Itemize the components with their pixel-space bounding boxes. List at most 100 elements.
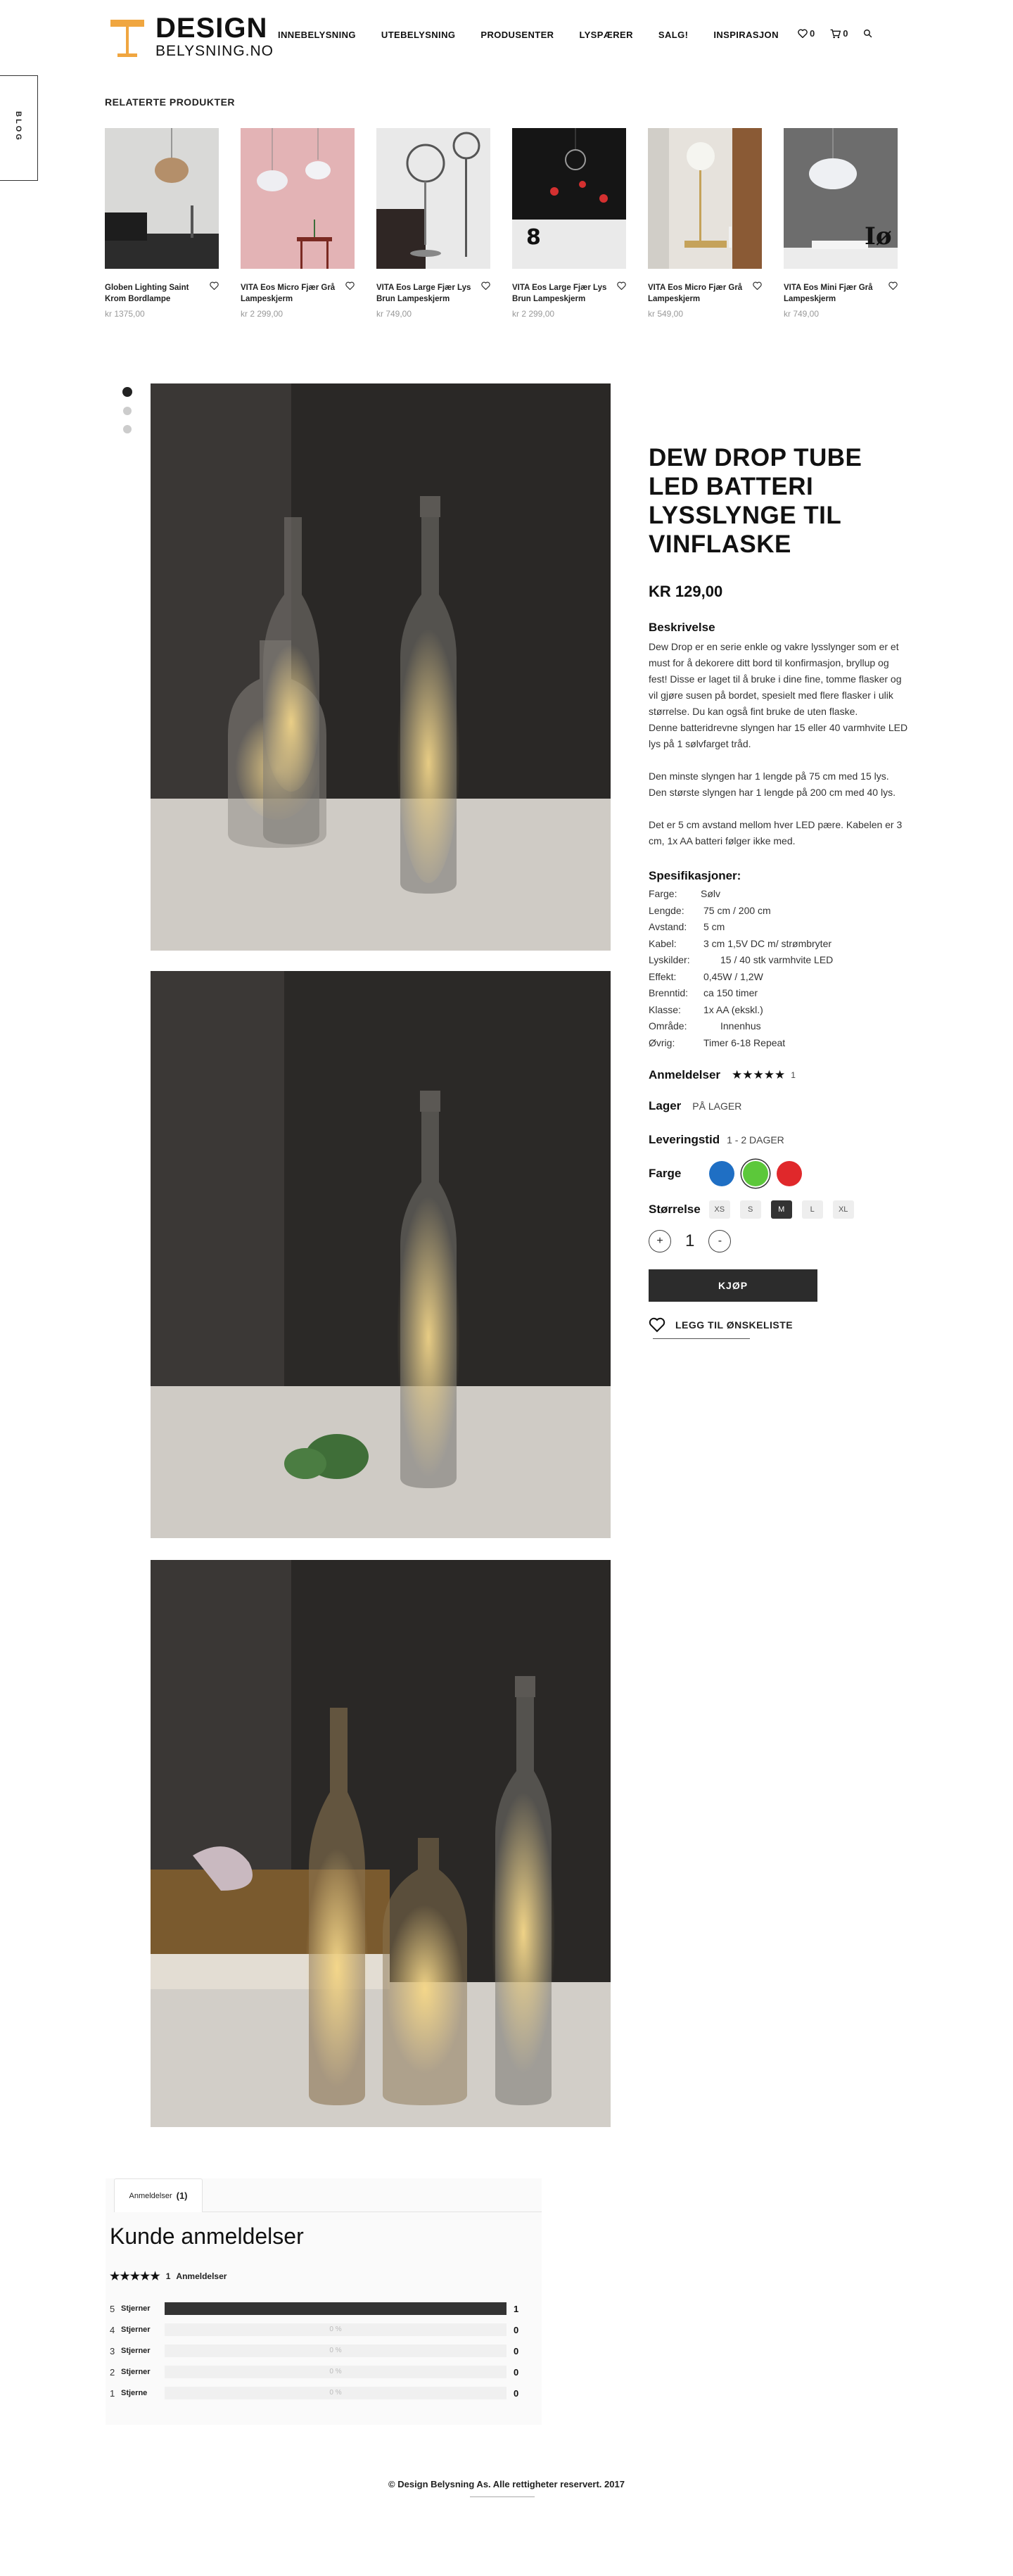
- qty-value[interactable]: 1: [685, 1231, 694, 1251]
- search-button[interactable]: [863, 29, 874, 38]
- rating-label: Stjerner: [121, 2326, 151, 2334]
- color-swatch-blue[interactable]: [709, 1161, 735, 1186]
- heart-icon[interactable]: [481, 281, 490, 290]
- buy-button[interactable]: KJØP: [649, 1269, 817, 1302]
- site-logo[interactable]: DESIGN BELYSNING.NO: [109, 13, 273, 63]
- size-option-xs[interactable]: XS: [708, 1200, 730, 1219]
- spec-key: Effekt:: [649, 970, 677, 982]
- footer-divider: [470, 2496, 535, 2497]
- spec-row: Farge: Sølv: [649, 886, 909, 903]
- heart-icon[interactable]: [617, 281, 626, 290]
- nav-salg[interactable]: SALG!: [658, 30, 688, 40]
- rating-count: 1: [514, 2303, 519, 2314]
- size-row: Størrelse XS S M L XL: [649, 1200, 909, 1219]
- cart-button[interactable]: 0: [830, 28, 848, 39]
- product-thumbnail[interactable]: [376, 128, 490, 269]
- nav-produsenter[interactable]: PRODUSENTER: [480, 30, 554, 40]
- related-product-name[interactable]: Globen Lighting Saint Krom Bordlampe: [105, 282, 203, 305]
- spec-value: 1x AA (ekskl.): [703, 1003, 763, 1015]
- related-product-name[interactable]: VITA Eos Micro Fjær Grå Lampeskjerm: [241, 282, 339, 305]
- related-product-name[interactable]: VITA Eos Large Fjær Lys Brun Lampeskjerm: [376, 282, 475, 305]
- spec-value: 15 / 40 stk varmhvite LED: [720, 954, 834, 965]
- product-photo-1[interactable]: [151, 383, 611, 951]
- heart-icon[interactable]: [888, 281, 898, 290]
- eos-large-dark-image: 8: [512, 128, 626, 269]
- product-thumbnail[interactable]: [648, 128, 762, 269]
- related-product-card[interactable]: 8 VITA Eos Large Fjær Lys Brun Lampeskje…: [512, 128, 626, 319]
- nav-innebelysning[interactable]: INNEBELYSNING: [278, 30, 356, 40]
- product-thumbnail[interactable]: [105, 128, 219, 269]
- spec-row: Lengde: 75 cm / 200 cm: [649, 903, 909, 920]
- heart-icon[interactable]: [210, 281, 219, 290]
- eos-mini-image: Iø: [784, 128, 898, 269]
- product-thumbnail[interactable]: [241, 128, 355, 269]
- heart-icon[interactable]: [753, 281, 762, 290]
- rating-bar-row[interactable]: 3 Stjerner 0 % 0: [110, 2344, 525, 2358]
- spec-value: Sølv: [701, 888, 720, 899]
- spec-value: 0,45W / 1,2W: [703, 970, 763, 982]
- product-price: KR 129,00: [649, 583, 723, 600]
- specs-list: Farge: Sølv Lengde: 75 cm / 200 cm Avstand…: [649, 886, 909, 1051]
- rating-bar-row[interactable]: 5 Stjerner 1: [110, 2302, 525, 2316]
- rating-percent: 0 %: [329, 2326, 342, 2333]
- spec-key: Farge:: [649, 888, 677, 899]
- search-icon: [864, 29, 872, 38]
- color-swatch-red[interactable]: [777, 1161, 803, 1186]
- delivery-value: 1 - 2 DAGER: [727, 1134, 784, 1146]
- heart-icon[interactable]: [345, 281, 355, 290]
- heart-icon: [649, 1317, 665, 1333]
- qty-minus-button[interactable]: -: [708, 1230, 732, 1252]
- related-product-name[interactable]: VITA Eos Large Fjær Lys Brun Lampeskjerm: [512, 282, 611, 305]
- svg-text:8: 8: [526, 225, 541, 250]
- summary-label: Anmeldelser: [176, 2271, 227, 2281]
- related-product-card[interactable]: Globen Lighting Saint Krom Bordlampe kr …: [105, 128, 219, 319]
- rating-number: 2: [110, 2366, 115, 2378]
- related-product-name[interactable]: VITA Eos Mini Fjær Grå Lampeskjerm: [784, 282, 882, 305]
- related-product-card[interactable]: Iø VITA Eos Mini Fjær Grå Lampeskjerm kr…: [784, 128, 898, 319]
- nav-utebelysning[interactable]: UTEBELYSNING: [381, 30, 455, 40]
- related-product-card[interactable]: VITA Eos Large Fjær Lys Brun Lampeskjerm…: [376, 128, 490, 319]
- product-photo-2[interactable]: [151, 971, 611, 1538]
- tab-reviews-label: Anmeldelser: [129, 2191, 172, 2200]
- rating-number: 1: [110, 2387, 115, 2399]
- rating-bar-track: 0 %: [165, 2323, 507, 2336]
- tab-reviews[interactable]: Anmeldelser (1): [114, 2178, 203, 2212]
- rating-number: 5: [110, 2303, 115, 2314]
- blog-tab[interactable]: BLOG: [0, 75, 38, 181]
- wishlist-button[interactable]: 0: [798, 28, 815, 39]
- size-option-s[interactable]: S: [739, 1200, 761, 1219]
- qty-plus-button[interactable]: +: [649, 1230, 671, 1252]
- spec-value: 75 cm / 200 cm: [703, 904, 771, 916]
- spec-row: Område: Innenhus: [649, 1018, 909, 1035]
- gallery-dot[interactable]: [122, 387, 132, 397]
- rating-label: Stjerner: [121, 2304, 151, 2313]
- gallery-dot[interactable]: [123, 407, 132, 415]
- cart-count: 0: [843, 28, 848, 39]
- add-to-wishlist-button[interactable]: LEGG TIL ØNSKELISTE: [649, 1317, 909, 1333]
- rating-bar-row[interactable]: 4 Stjerner 0 % 0: [110, 2323, 525, 2337]
- size-option-xl[interactable]: XL: [832, 1200, 854, 1219]
- blog-tab-label: BLOG: [14, 111, 23, 142]
- spec-row: Øvrig: Timer 6-18 Repeat: [649, 1035, 909, 1052]
- gallery-dots: [122, 387, 132, 443]
- spec-value: 5 cm: [703, 921, 725, 932]
- related-product-card[interactable]: VITA Eos Micro Fjær Grå Lampeskjerm kr 5…: [648, 128, 762, 319]
- product-thumbnail[interactable]: Iø: [784, 128, 898, 269]
- product-thumbnail[interactable]: 8: [512, 128, 626, 269]
- related-product-card[interactable]: VITA Eos Micro Fjær Grå Lampeskjerm kr 2…: [241, 128, 355, 319]
- rating-bar-row[interactable]: 1 Stjerne 0 % 0: [110, 2386, 525, 2400]
- nav-lyspaerer[interactable]: LYSPÆRER: [579, 30, 632, 40]
- reviews-row[interactable]: Anmeldelser ★★★★★ 1: [649, 1068, 909, 1082]
- spec-row: Avstand: 5 cm: [649, 919, 909, 936]
- gallery-dot[interactable]: [123, 425, 132, 433]
- rating-percent: 0 %: [329, 2389, 342, 2397]
- size-option-l[interactable]: L: [801, 1200, 823, 1219]
- size-option-m[interactable]: M: [770, 1200, 792, 1219]
- related-product-name[interactable]: VITA Eos Micro Fjær Grå Lampeskjerm: [648, 282, 746, 305]
- spec-key: Kabel:: [649, 937, 677, 949]
- rating-bar-row[interactable]: 2 Stjerner 0 % 0: [110, 2365, 525, 2379]
- bottles-photo: [151, 383, 611, 951]
- color-swatch-green[interactable]: [743, 1161, 769, 1186]
- product-photo-3[interactable]: [151, 1560, 611, 2127]
- nav-inspirasjon[interactable]: INSPIRASJON: [713, 30, 779, 40]
